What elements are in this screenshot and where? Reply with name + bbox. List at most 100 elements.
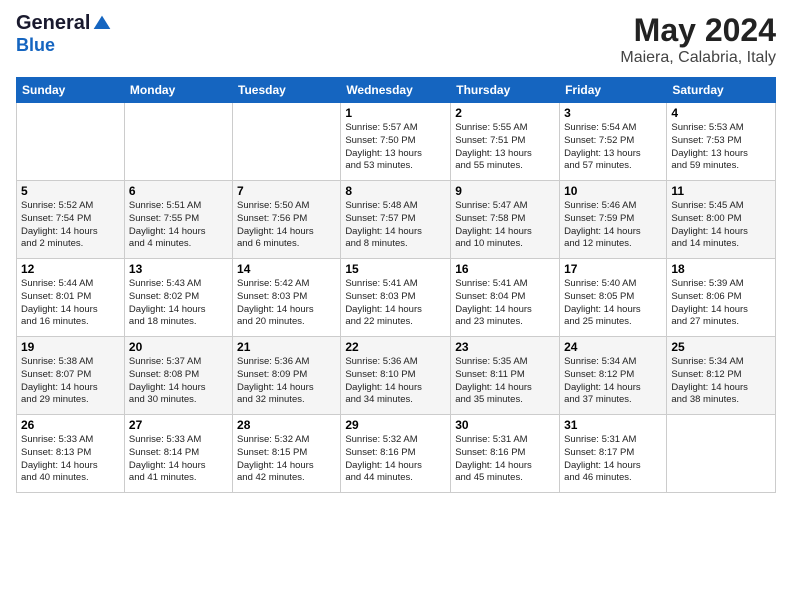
day-number: 21 [237,340,336,354]
day-number: 2 [455,106,555,120]
day-info: Sunrise: 5:57 AMSunset: 7:50 PMDaylight:… [345,122,446,173]
day-info: Sunrise: 5:33 AMSunset: 8:14 PMDaylight:… [129,434,228,485]
day-number: 11 [671,184,771,198]
day-number: 8 [345,184,446,198]
title-block: May 2024 Maiera, Calabria, Italy [620,12,776,67]
day-number: 12 [21,262,120,276]
day-info: Sunrise: 5:31 AMSunset: 8:17 PMDaylight:… [564,434,662,485]
calendar-cell: 13 Sunrise: 5:43 AMSunset: 8:02 PMDayligh… [124,259,232,337]
day-number: 23 [455,340,555,354]
day-number: 7 [237,184,336,198]
calendar-cell: 10 Sunrise: 5:46 AMSunset: 7:59 PMDayligh… [560,181,667,259]
calendar-cell: 25Sunrise: 5:34 AMSunset: 8:12 PMDayligh… [667,337,776,415]
calendar-cell: 1 Sunrise: 5:57 AMSunset: 7:50 PMDaylight… [341,103,451,181]
calendar-header-row: SundayMondayTuesdayWednesdayThursdayFrid… [17,78,776,103]
day-info: Sunrise: 5:39 AMSunset: 8:06 PMDaylight:… [671,278,771,329]
day-info: Sunrise: 5:34 AMSunset: 8:12 PMDaylight:… [564,356,662,407]
calendar-cell: 8Sunrise: 5:48 AMSunset: 7:57 PMDaylight… [341,181,451,259]
day-number: 10 [564,184,662,198]
day-info: Sunrise: 5:38 AMSunset: 8:07 PMDaylight:… [21,356,120,407]
logo-icon [92,14,112,34]
day-number: 19 [21,340,120,354]
calendar-cell: 27 Sunrise: 5:33 AMSunset: 8:14 PMDayligh… [124,415,232,493]
day-number: 15 [345,262,446,276]
weekday-header-tuesday: Tuesday [233,78,341,103]
calendar-cell: 20Sunrise: 5:37 AMSunset: 8:08 PMDayligh… [124,337,232,415]
day-number: 14 [237,262,336,276]
day-info: Sunrise: 5:32 AMSunset: 8:16 PMDaylight:… [345,434,446,485]
calendar-cell [667,415,776,493]
day-info: Sunrise: 5:51 AMSunset: 7:55 PMDaylight:… [129,200,228,251]
calendar-cell: 12 Sunrise: 5:44 AMSunset: 8:01 PMDayligh… [17,259,125,337]
logo-general: General [16,12,90,35]
weekday-header-friday: Friday [560,78,667,103]
day-number: 16 [455,262,555,276]
day-info: Sunrise: 5:41 AMSunset: 8:03 PMDaylight:… [345,278,446,329]
calendar-cell [124,103,232,181]
day-number: 20 [129,340,228,354]
calendar-week-row: 26Sunrise: 5:33 AMSunset: 8:13 PMDayligh… [17,415,776,493]
calendar-cell: 9Sunrise: 5:47 AMSunset: 7:58 PMDaylight… [451,181,560,259]
day-number: 24 [564,340,662,354]
day-info: Sunrise: 5:33 AMSunset: 8:13 PMDaylight:… [21,434,120,485]
calendar-cell: 16Sunrise: 5:41 AMSunset: 8:04 PMDayligh… [451,259,560,337]
day-number: 28 [237,418,336,432]
calendar-week-row: 12 Sunrise: 5:44 AMSunset: 8:01 PMDayligh… [17,259,776,337]
weekday-header-sunday: Sunday [17,78,125,103]
day-number: 1 [345,106,446,120]
location-subtitle: Maiera, Calabria, Italy [620,49,776,67]
day-number: 5 [21,184,120,198]
weekday-header-monday: Monday [124,78,232,103]
calendar-cell: 14Sunrise: 5:42 AMSunset: 8:03 PMDayligh… [233,259,341,337]
calendar-cell: 7Sunrise: 5:50 AMSunset: 7:56 PMDaylight… [233,181,341,259]
day-number: 25 [671,340,771,354]
calendar-table: SundayMondayTuesdayWednesdayThursdayFrid… [16,77,776,493]
day-info: Sunrise: 5:47 AMSunset: 7:58 PMDaylight:… [455,200,555,251]
calendar-cell: 3 Sunrise: 5:54 AMSunset: 7:52 PMDaylight… [560,103,667,181]
day-info: Sunrise: 5:36 AMSunset: 8:09 PMDaylight:… [237,356,336,407]
calendar-cell: 21 Sunrise: 5:36 AMSunset: 8:09 PMDayligh… [233,337,341,415]
page-container: General Blue May 2024 Maiera, Calabria, … [0,0,792,501]
weekday-header-saturday: Saturday [667,78,776,103]
day-info: Sunrise: 5:52 AMSunset: 7:54 PMDaylight:… [21,200,120,251]
calendar-cell [17,103,125,181]
calendar-cell: 26Sunrise: 5:33 AMSunset: 8:13 PMDayligh… [17,415,125,493]
calendar-cell: 22 Sunrise: 5:36 AMSunset: 8:10 PMDayligh… [341,337,451,415]
calendar-cell: 4 Sunrise: 5:53 AMSunset: 7:53 PMDaylight… [667,103,776,181]
day-number: 29 [345,418,446,432]
header: General Blue May 2024 Maiera, Calabria, … [16,12,776,67]
day-number: 22 [345,340,446,354]
month-title: May 2024 [620,12,776,49]
calendar-cell [233,103,341,181]
calendar-cell: 2Sunrise: 5:55 AMSunset: 7:51 PMDaylight… [451,103,560,181]
calendar-cell: 5 Sunrise: 5:52 AMSunset: 7:54 PMDaylight… [17,181,125,259]
logo: General Blue [16,12,112,56]
day-number: 18 [671,262,771,276]
day-info: Sunrise: 5:40 AMSunset: 8:05 PMDaylight:… [564,278,662,329]
day-info: Sunrise: 5:31 AMSunset: 8:16 PMDaylight:… [455,434,555,485]
day-number: 27 [129,418,228,432]
day-number: 3 [564,106,662,120]
day-info: Sunrise: 5:43 AMSunset: 8:02 PMDaylight:… [129,278,228,329]
day-info: Sunrise: 5:54 AMSunset: 7:52 PMDaylight:… [564,122,662,173]
day-info: Sunrise: 5:46 AMSunset: 7:59 PMDaylight:… [564,200,662,251]
day-info: Sunrise: 5:44 AMSunset: 8:01 PMDaylight:… [21,278,120,329]
calendar-cell: 31Sunrise: 5:31 AMSunset: 8:17 PMDayligh… [560,415,667,493]
calendar-cell: 19 Sunrise: 5:38 AMSunset: 8:07 PMDayligh… [17,337,125,415]
day-info: Sunrise: 5:36 AMSunset: 8:10 PMDaylight:… [345,356,446,407]
calendar-cell: 18 Sunrise: 5:39 AMSunset: 8:06 PMDayligh… [667,259,776,337]
day-info: Sunrise: 5:45 AMSunset: 8:00 PMDaylight:… [671,200,771,251]
calendar-cell: 30 Sunrise: 5:31 AMSunset: 8:16 PMDayligh… [451,415,560,493]
calendar-cell: 6Sunrise: 5:51 AMSunset: 7:55 PMDaylight… [124,181,232,259]
day-number: 17 [564,262,662,276]
calendar-week-row: 1 Sunrise: 5:57 AMSunset: 7:50 PMDaylight… [17,103,776,181]
calendar-cell: 11 Sunrise: 5:45 AMSunset: 8:00 PMDayligh… [667,181,776,259]
day-number: 4 [671,106,771,120]
day-number: 13 [129,262,228,276]
day-number: 30 [455,418,555,432]
day-info: Sunrise: 5:53 AMSunset: 7:53 PMDaylight:… [671,122,771,173]
calendar-cell: 23Sunrise: 5:35 AMSunset: 8:11 PMDayligh… [451,337,560,415]
calendar-cell: 29 Sunrise: 5:32 AMSunset: 8:16 PMDayligh… [341,415,451,493]
day-info: Sunrise: 5:32 AMSunset: 8:15 PMDaylight:… [237,434,336,485]
logo-blue: Blue [16,35,55,56]
